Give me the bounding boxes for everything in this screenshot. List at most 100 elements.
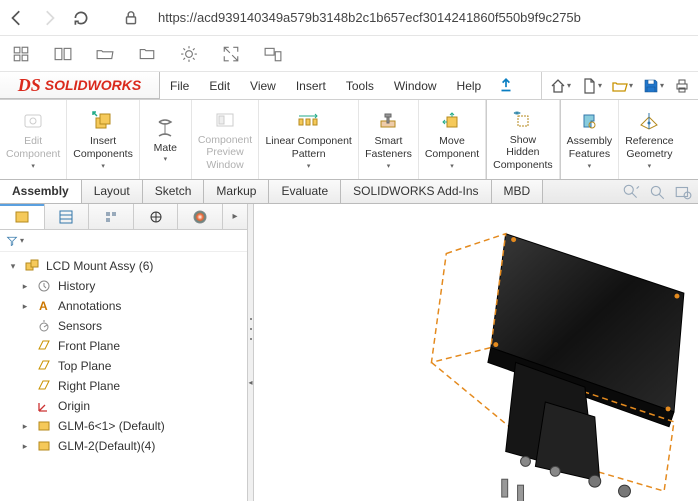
ribbon-show-hidden[interactable]: ShowHiddenComponents <box>486 100 560 179</box>
tree-item-origin[interactable]: Origin <box>0 396 247 416</box>
ribbon-mate[interactable]: Mate ▾ <box>140 100 192 179</box>
annotations-icon: A <box>36 298 52 314</box>
tree-tab-config[interactable] <box>89 204 134 229</box>
zoom-area-icon[interactable] <box>648 183 666 201</box>
history-icon <box>36 278 52 294</box>
tree-item-sensors[interactable]: Sensors <box>0 316 247 336</box>
graphics-viewport[interactable] <box>254 204 698 501</box>
tree-item-front-plane[interactable]: Front Plane <box>0 336 247 356</box>
plane-icon <box>36 378 52 394</box>
tree-item-glm6[interactable]: ▸ GLM-6<1> (Default) <box>0 416 247 436</box>
tree-item-annotations[interactable]: ▸ A Annotations <box>0 296 247 316</box>
menu-edit[interactable]: Edit <box>199 72 240 100</box>
save-button[interactable]: ▾ <box>641 78 666 94</box>
gear-icon[interactable] <box>180 45 198 63</box>
tab-markup[interactable]: Markup <box>204 180 269 203</box>
ribbon-edit-component: EditComponent ▾ <box>0 100 67 179</box>
tree-item-label: GLM-2(Default)(4) <box>58 439 155 453</box>
tree-item-label: Origin <box>58 399 90 413</box>
ribbon-reference-geometry[interactable]: ReferenceGeometry ▾ <box>619 100 679 179</box>
tree-item-label: Annotations <box>58 299 121 313</box>
assembly-icon <box>24 258 40 274</box>
ribbon-move-component[interactable]: MoveComponent ▾ <box>419 100 486 179</box>
menu-file[interactable]: File <box>160 72 199 100</box>
sensors-icon <box>36 318 52 334</box>
part-icon <box>36 418 52 434</box>
panels-icon[interactable] <box>54 45 72 63</box>
folder-icon[interactable] <box>138 45 156 63</box>
tab-addins[interactable]: SOLIDWORKS Add-Ins <box>341 180 491 203</box>
ribbon-linear-pattern[interactable]: Linear ComponentPattern ▾ <box>259 100 359 179</box>
menu-view[interactable]: View <box>240 72 286 100</box>
pin-icon[interactable] <box>497 77 515 95</box>
back-icon[interactable] <box>8 9 26 27</box>
ribbon-label: SmartFasteners <box>365 135 412 160</box>
folder-open-icon[interactable] <box>96 45 114 63</box>
ribbon-label: AssemblyFeatures <box>567 135 613 160</box>
collapse-icon[interactable]: ▾ <box>8 261 18 272</box>
tab-sketch[interactable]: Sketch <box>143 180 205 203</box>
plane-icon <box>36 358 52 374</box>
tree-item-top-plane[interactable]: Top Plane <box>0 356 247 376</box>
lock-icon <box>122 9 140 27</box>
tree-item-history[interactable]: ▸ History <box>0 276 247 296</box>
tree-tab-appearance[interactable] <box>178 204 223 229</box>
tree-root-label: LCD Mount Assy (6) <box>46 259 153 273</box>
menu-insert[interactable]: Insert <box>286 72 336 100</box>
ribbon-label: ReferenceGeometry <box>625 135 673 160</box>
ribbon-insert-components[interactable]: InsertComponents ▾ <box>67 100 140 179</box>
ribbon-component-preview: ComponentPreviewWindow <box>192 100 259 179</box>
ribbon-label: EditComponent <box>6 135 60 160</box>
svg-text:A: A <box>39 299 48 313</box>
gutter-arrow-icon[interactable]: ◂ <box>248 378 252 387</box>
ribbon-assembly-features[interactable]: AssemblyFeatures ▾ <box>560 100 620 179</box>
tree-tab-feature[interactable] <box>0 204 45 229</box>
tab-assembly[interactable]: Assembly <box>0 180 82 203</box>
tab-mbd[interactable]: MBD <box>492 180 544 203</box>
expand-icon[interactable]: ▸ <box>20 441 30 452</box>
expand-icon[interactable]: ▸ <box>20 281 30 292</box>
zoom-fit-icon[interactable] <box>622 183 640 201</box>
menu-window[interactable]: Window <box>384 72 447 100</box>
ds-logo-icon: DS <box>18 75 41 96</box>
grid-icon[interactable] <box>12 45 30 63</box>
tree-item-label: History <box>58 279 95 293</box>
ribbon-label: ShowHiddenComponents <box>493 134 553 172</box>
ribbon-label: Mate <box>154 142 177 155</box>
tree-item-right-plane[interactable]: Right Plane <box>0 376 247 396</box>
ribbon-label: Linear ComponentPattern <box>265 135 351 160</box>
tab-layout[interactable]: Layout <box>82 180 143 203</box>
part-icon <box>36 438 52 454</box>
filter-icon[interactable]: ▾ <box>6 232 24 250</box>
tree-item-label: Sensors <box>58 319 102 333</box>
address-bar[interactable]: https://acd939140349a579b3148b2c1b657ecf… <box>154 10 690 25</box>
tab-evaluate[interactable]: Evaluate <box>269 180 341 203</box>
zoom-icon[interactable] <box>674 183 692 201</box>
forward-icon <box>40 9 58 27</box>
new-doc-button[interactable]: ▾ <box>579 78 604 94</box>
home-button[interactable]: ▾ <box>548 78 573 94</box>
solidworks-logo[interactable]: DS SOLIDWORKS <box>0 72 160 99</box>
print-button[interactable] <box>672 78 692 94</box>
menu-tools[interactable]: Tools <box>336 72 384 100</box>
tree-item-label: Right Plane <box>58 379 120 393</box>
expand-icon[interactable]: ▸ <box>20 301 30 312</box>
expand-icon[interactable] <box>222 45 240 63</box>
tree-item-glm2[interactable]: ▸ GLM-2(Default)(4) <box>0 436 247 456</box>
tree-tab-dim[interactable] <box>134 204 179 229</box>
devices-icon[interactable] <box>264 45 282 63</box>
refresh-icon[interactable] <box>72 9 90 27</box>
tree-root[interactable]: ▾ LCD Mount Assy (6) <box>0 256 247 276</box>
tree-item-label: GLM-6<1> (Default) <box>58 419 165 433</box>
app-name: SOLIDWORKS <box>45 77 141 93</box>
tree-tab-property[interactable] <box>45 204 90 229</box>
tree-item-label: Top Plane <box>58 359 111 373</box>
ribbon-smart-fasteners[interactable]: SmartFasteners ▾ <box>359 100 419 179</box>
tree-tab-expand[interactable]: ▸ <box>223 204 247 229</box>
menu-help[interactable]: Help <box>447 72 492 100</box>
expand-icon[interactable]: ▸ <box>20 421 30 432</box>
ribbon-label: ComponentPreviewWindow <box>198 134 252 172</box>
open-button[interactable]: ▾ <box>610 78 635 94</box>
ribbon-label: InsertComponents <box>73 135 133 160</box>
plane-icon <box>36 338 52 354</box>
